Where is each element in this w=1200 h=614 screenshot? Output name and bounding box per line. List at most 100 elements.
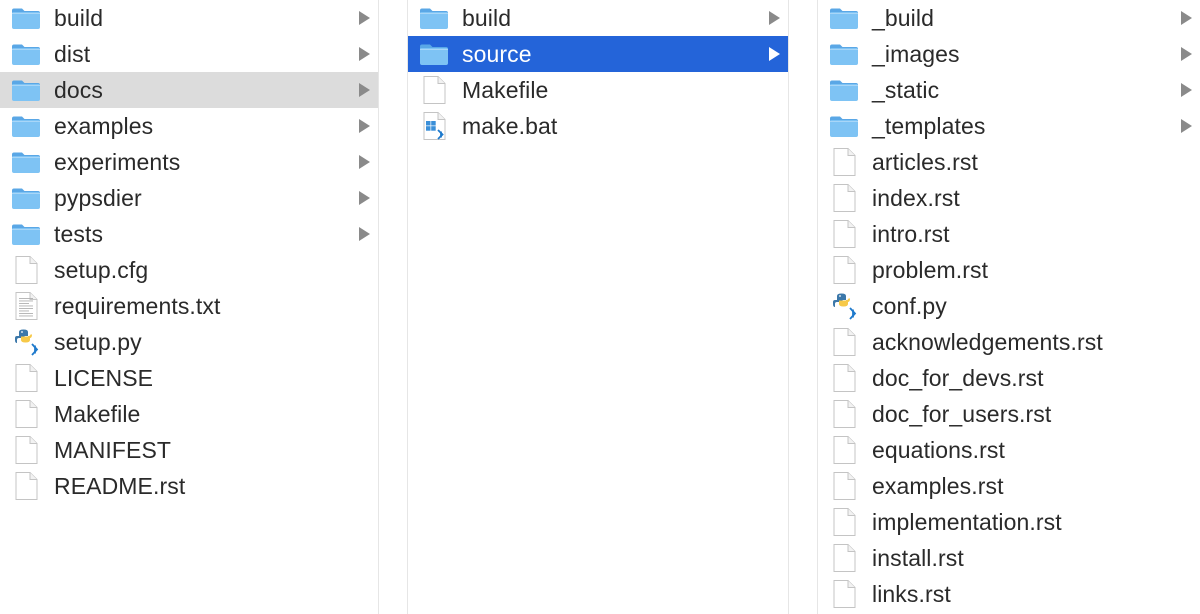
item-label: _build — [872, 5, 934, 31]
document-icon — [828, 182, 860, 214]
item-label: experiments — [54, 149, 181, 175]
folder-row-source[interactable]: source — [408, 36, 788, 72]
item-label: _static — [872, 77, 940, 103]
folder-icon — [418, 38, 450, 70]
folder-row-templates[interactable]: _templates — [818, 108, 1200, 144]
file-row-setup-cfg[interactable]: setup.cfg — [0, 252, 378, 288]
finder-column-browser: build dist docs examples experiments pypsdier… — [0, 0, 1200, 614]
chevron-right-icon — [769, 47, 780, 61]
item-label: links.rst — [872, 581, 951, 607]
folder-icon — [418, 2, 450, 34]
item-label: articles.rst — [872, 149, 978, 175]
item-label: dist — [54, 41, 91, 67]
item-label: doc_for_users.rst — [872, 401, 1052, 427]
file-row-make-bat[interactable]: make.bat — [408, 108, 788, 144]
folder-row-experiments[interactable]: experiments — [0, 144, 378, 180]
file-row-doc-for-devs-rst[interactable]: doc_for_devs.rst — [818, 360, 1200, 396]
chevron-right-icon — [359, 119, 370, 133]
item-label: tests — [54, 221, 104, 247]
item-label: _templates — [872, 113, 986, 139]
folder-row-docs[interactable]: docs — [0, 72, 378, 108]
file-row-manifest[interactable]: MANIFEST — [0, 432, 378, 468]
chevron-right-icon — [359, 155, 370, 169]
chevron-right-icon — [359, 191, 370, 205]
document-icon — [828, 326, 860, 358]
file-row-readme-rst[interactable]: README.rst — [0, 468, 378, 504]
item-label: LICENSE — [54, 365, 154, 391]
folder-icon — [10, 110, 42, 142]
chevron-right-icon — [1181, 119, 1192, 133]
folder-row-images[interactable]: _images — [818, 36, 1200, 72]
column-3[interactable]: _build _images _static _templates articles.r… — [818, 0, 1200, 614]
column-2[interactable]: build source Makefile make.bat — [408, 0, 788, 614]
chevron-right-icon — [359, 227, 370, 241]
file-row-acknowledgements-rst[interactable]: acknowledgements.rst — [818, 324, 1200, 360]
file-row-license[interactable]: LICENSE — [0, 360, 378, 396]
file-row-requirements-txt[interactable]: requirements.txt — [0, 288, 378, 324]
folder-row-build[interactable]: build — [0, 0, 378, 36]
file-row-conf-py[interactable]: conf.py — [818, 288, 1200, 324]
file-row-intro-rst[interactable]: intro.rst — [818, 216, 1200, 252]
folder-row-build[interactable]: build — [408, 0, 788, 36]
file-row-index-rst[interactable]: index.rst — [818, 180, 1200, 216]
file-row-articles-rst[interactable]: articles.rst — [818, 144, 1200, 180]
item-label: index.rst — [872, 185, 960, 211]
item-label: make.bat — [462, 113, 558, 139]
python-file-icon — [10, 326, 42, 358]
file-row-implementation-rst[interactable]: implementation.rst — [818, 504, 1200, 540]
chevron-right-icon — [1181, 83, 1192, 97]
folder-row-examples[interactable]: examples — [0, 108, 378, 144]
item-label: implementation.rst — [872, 509, 1062, 535]
column-1[interactable]: build dist docs examples experiments pypsdier… — [0, 0, 378, 614]
file-row-doc-for-users-rst[interactable]: doc_for_users.rst — [818, 396, 1200, 432]
folder-row-pypsdier[interactable]: pypsdier — [0, 180, 378, 216]
folder-icon — [10, 146, 42, 178]
document-icon — [10, 398, 42, 430]
item-label: Makefile — [462, 77, 549, 103]
item-label: _images — [872, 41, 960, 67]
folder-icon — [10, 182, 42, 214]
file-row-problem-rst[interactable]: problem.rst — [818, 252, 1200, 288]
document-icon — [10, 470, 42, 502]
folder-icon — [828, 74, 860, 106]
document-icon — [828, 578, 860, 610]
item-label: README.rst — [54, 473, 186, 499]
file-row-examples-rst[interactable]: examples.rst — [818, 468, 1200, 504]
file-row-links-rst[interactable]: links.rst — [818, 576, 1200, 612]
item-label: setup.py — [54, 329, 142, 355]
document-icon — [828, 434, 860, 466]
item-label: install.rst — [872, 545, 964, 571]
document-icon — [828, 542, 860, 574]
folder-icon — [828, 110, 860, 142]
file-row-makefile[interactable]: Makefile — [0, 396, 378, 432]
document-icon — [828, 146, 860, 178]
folder-icon — [10, 38, 42, 70]
item-label: intro.rst — [872, 221, 950, 247]
item-label: setup.cfg — [54, 257, 149, 283]
item-label: Makefile — [54, 401, 141, 427]
file-row-install-rst[interactable]: install.rst — [818, 540, 1200, 576]
column-divider — [378, 0, 379, 614]
folder-row-static[interactable]: _static — [818, 72, 1200, 108]
column-divider — [788, 0, 789, 614]
folder-row-tests[interactable]: tests — [0, 216, 378, 252]
item-label: conf.py — [872, 293, 947, 319]
item-label: requirements.txt — [54, 293, 221, 319]
folder-row-dist[interactable]: dist — [0, 36, 378, 72]
document-icon — [10, 362, 42, 394]
item-label: examples — [54, 113, 154, 139]
document-icon — [418, 74, 450, 106]
folder-row-build[interactable]: _build — [818, 0, 1200, 36]
document-icon — [828, 506, 860, 538]
file-row-equations-rst[interactable]: equations.rst — [818, 432, 1200, 468]
folder-icon — [10, 218, 42, 250]
chevron-right-icon — [359, 47, 370, 61]
folder-icon — [10, 74, 42, 106]
item-label: problem.rst — [872, 257, 989, 283]
folder-icon — [828, 2, 860, 34]
document-icon — [828, 470, 860, 502]
item-label: pypsdier — [54, 185, 142, 211]
file-row-makefile[interactable]: Makefile — [408, 72, 788, 108]
file-row-setup-py[interactable]: setup.py — [0, 324, 378, 360]
item-label: examples.rst — [872, 473, 1004, 499]
